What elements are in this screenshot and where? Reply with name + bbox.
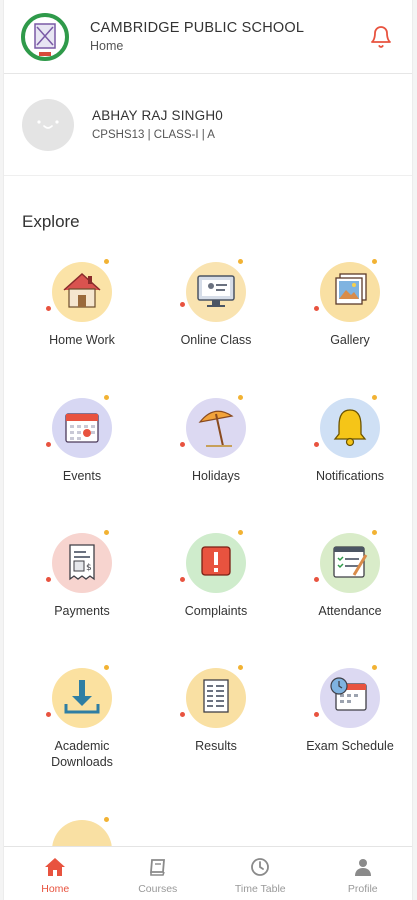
nav-home[interactable]: Home <box>4 847 107 900</box>
gallery-icon <box>335 273 367 305</box>
school-name: CAMBRIDGE PUBLIC SCHOOL <box>90 20 305 36</box>
schedule-icon <box>330 677 367 711</box>
nav-profile[interactable]: Profile <box>312 847 413 900</box>
clipboard-icon <box>333 546 368 578</box>
explore-payments[interactable]: $ Payments <box>14 530 150 619</box>
explore-label: Attendance <box>318 604 382 618</box>
book-icon <box>149 859 165 876</box>
app-screen: CAMBRIDGE PUBLIC SCHOOL Home ABHAY RAJ S… <box>3 0 413 900</box>
explore-academic-downloads[interactable]: Academic Downloads <box>14 665 150 770</box>
nav-label: Time Table <box>234 883 286 895</box>
avatar <box>22 98 74 151</box>
student-name: ABHAY RAJ SINGH0 <box>92 108 223 123</box>
explore-label: Payments <box>54 604 110 618</box>
alert-icon <box>201 546 231 576</box>
explore-events[interactable]: Events <box>14 395 150 484</box>
home-icon <box>45 858 66 876</box>
explore-notifications[interactable]: Notifications <box>282 395 412 484</box>
explore-holidays[interactable]: Holidays <box>148 395 284 484</box>
explore-label: Complaints <box>184 604 248 618</box>
user-icon <box>354 859 371 876</box>
nav-label: Home <box>41 883 70 895</box>
receipt-icon: $ <box>69 544 95 581</box>
explore-results[interactable]: Results <box>148 665 284 754</box>
bell-icon <box>333 409 367 447</box>
nav-courses[interactable]: Courses <box>107 847 210 900</box>
explore-home-work[interactable]: Home Work <box>14 259 150 348</box>
explore-exam-schedule[interactable]: Exam Schedule <box>282 665 412 754</box>
explore-attendance[interactable]: Attendance <box>282 530 412 619</box>
explore-label: Events <box>62 469 102 483</box>
notification-bell-icon[interactable] <box>368 24 394 50</box>
explore-heading: Explore <box>22 212 80 231</box>
calendar-icon <box>65 413 99 443</box>
report-icon <box>203 679 229 713</box>
student-class-info: CPSHS13 | CLASS-I | A <box>92 129 215 141</box>
bottom-navigation: Home Courses Time Table Profile <box>4 846 413 900</box>
nav-label: Profile <box>347 883 378 895</box>
explore-label: Exam Schedule <box>306 739 394 753</box>
explore-label: Academic Downloads <box>51 739 113 769</box>
clock-icon <box>251 858 270 876</box>
explore-label: Results <box>195 739 237 753</box>
nav-label: Courses <box>138 883 178 895</box>
svg-text:$: $ <box>86 563 92 573</box>
download-icon <box>64 680 100 714</box>
explore-label: Notifications <box>315 469 385 483</box>
explore-complaints[interactable]: Complaints <box>148 530 284 619</box>
online-class-icon <box>197 275 235 307</box>
breadcrumb: Home <box>90 39 124 53</box>
beach-umbrella-icon <box>198 410 234 447</box>
explore-gallery[interactable]: Gallery <box>282 259 412 348</box>
home-icon <box>63 272 101 308</box>
app-header: CAMBRIDGE PUBLIC SCHOOL Home <box>4 0 412 74</box>
nav-time-table[interactable]: Time Table <box>209 847 312 900</box>
student-profile-card[interactable]: ABHAY RAJ SINGH0 CPSHS13 | CLASS-I | A <box>4 74 412 176</box>
explore-label: Online Class <box>180 333 252 347</box>
explore-label: Holidays <box>192 469 240 483</box>
explore-label: Gallery <box>330 333 370 347</box>
school-logo <box>18 11 72 63</box>
explore-label: Home Work <box>49 333 115 347</box>
explore-online-class[interactable]: Online Class <box>148 259 284 348</box>
